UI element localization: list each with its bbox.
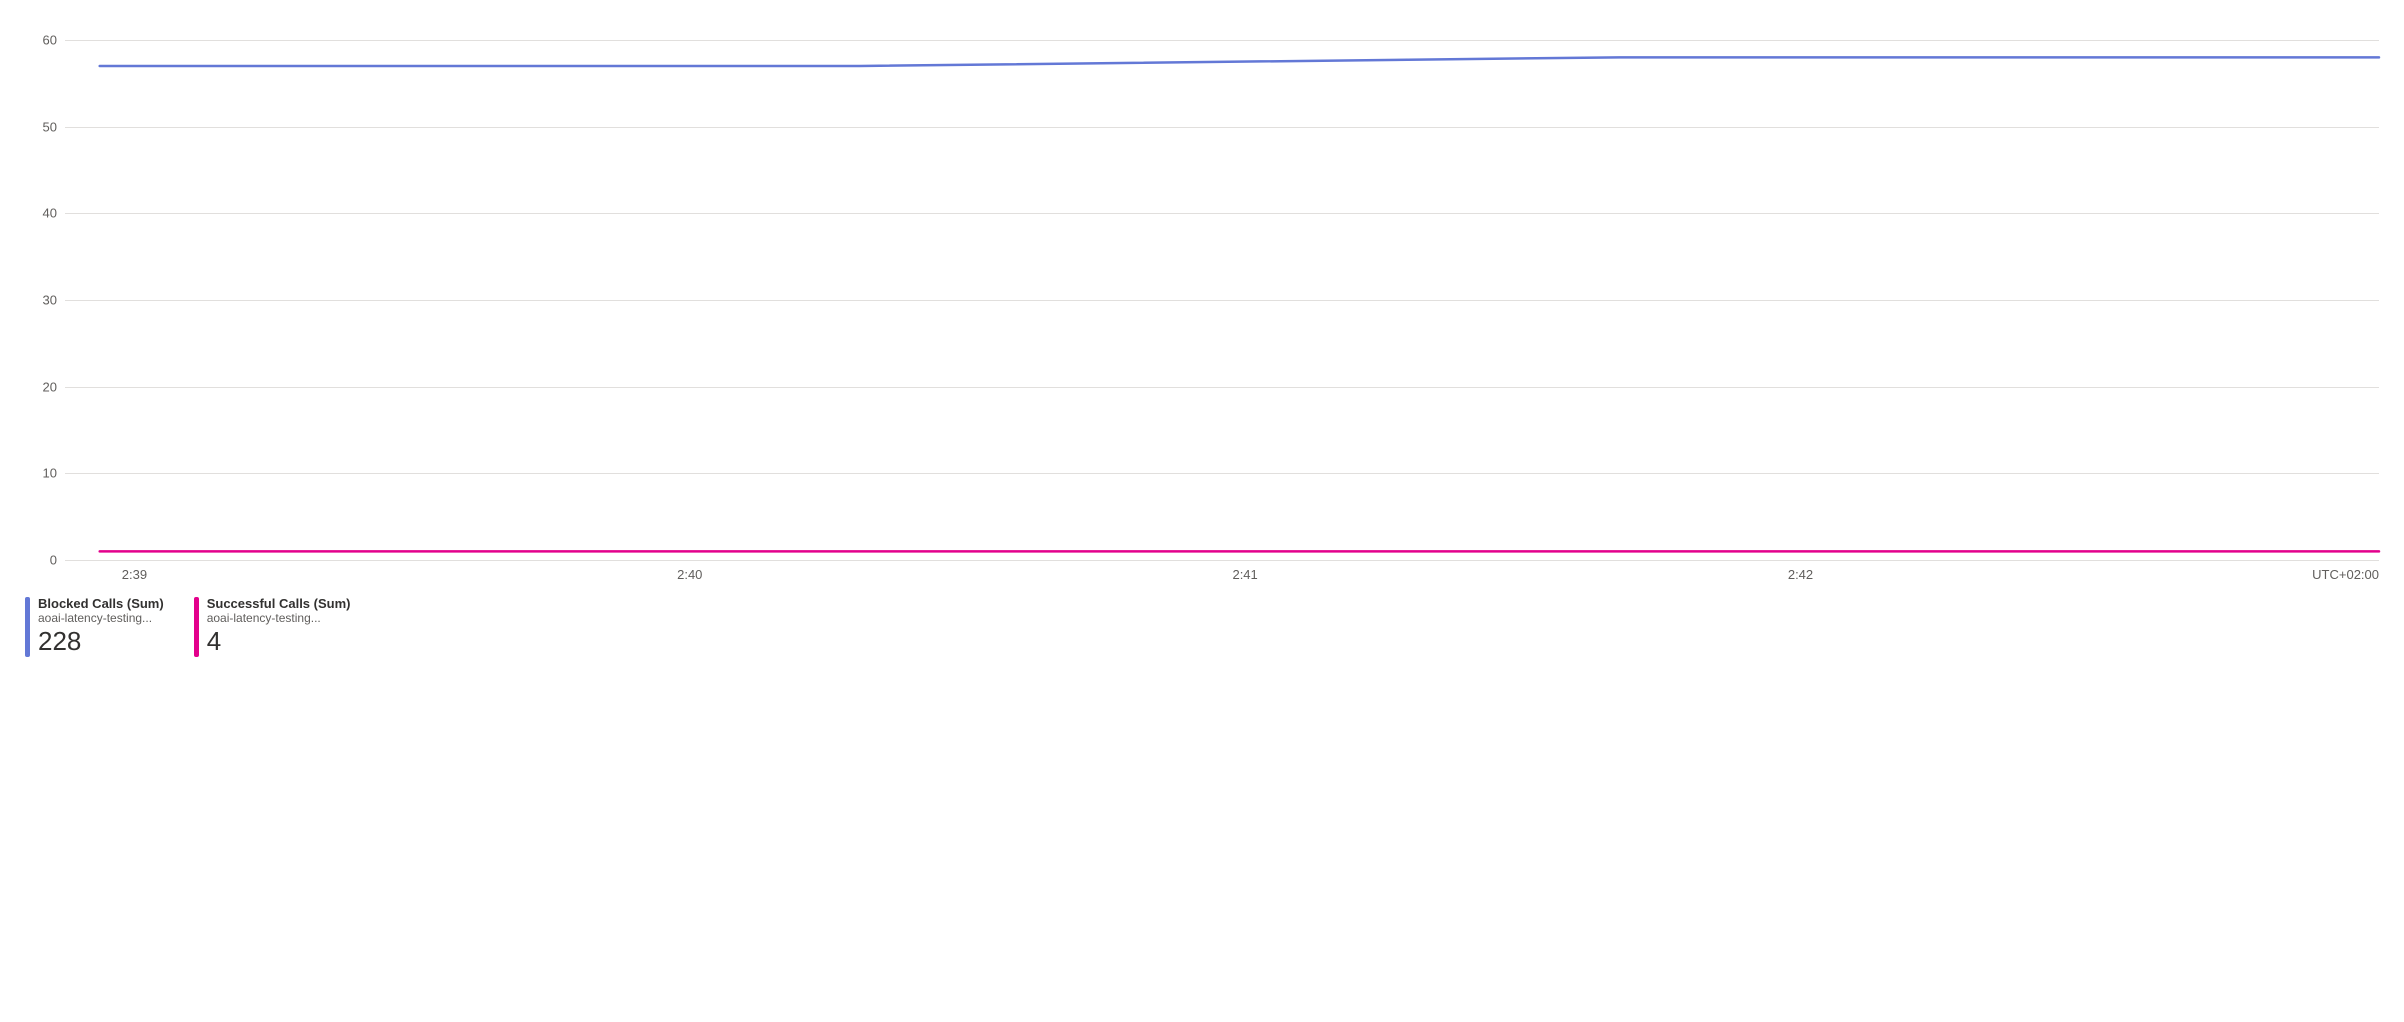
legend-text: Blocked Calls (Sum)aoai-latency-testing.…: [38, 597, 164, 657]
legend-item[interactable]: Blocked Calls (Sum)aoai-latency-testing.…: [25, 597, 164, 657]
legend-metric-name: Successful Calls (Sum): [207, 597, 351, 612]
y-tick-label: 20: [43, 379, 57, 394]
x-axis: UTC+02:00 2:39 2:40 2:41 2:42: [65, 565, 2379, 587]
legend-text: Successful Calls (Sum)aoai-latency-testi…: [207, 597, 351, 657]
legend-value: 4: [207, 627, 351, 657]
legend-item[interactable]: Successful Calls (Sum)aoai-latency-testi…: [194, 597, 351, 657]
legend-metric-name: Blocked Calls (Sum): [38, 597, 164, 612]
legend-resource-name: aoai-latency-testing...: [38, 612, 164, 626]
x-tick-label: 2:42: [1788, 567, 1813, 582]
y-tick-label: 40: [43, 206, 57, 221]
chart-legend: Blocked Calls (Sum)aoai-latency-testing.…: [25, 597, 2379, 657]
y-tick-label: 50: [43, 119, 57, 134]
y-tick-label: 0: [50, 553, 57, 568]
x-tick-label: 2:39: [122, 567, 147, 582]
x-tick-label: 2:41: [1232, 567, 1257, 582]
legend-swatch: [25, 597, 30, 657]
series-line: [100, 57, 2379, 66]
legend-swatch: [194, 597, 199, 657]
plot-area[interactable]: 0 10 20 30 40 50 60: [25, 0, 2379, 565]
y-axis: 0 10 20 30 40 50 60: [25, 0, 65, 565]
timezone-label: UTC+02:00: [2312, 567, 2379, 582]
legend-value: 228: [38, 627, 164, 657]
legend-resource-name: aoai-latency-testing...: [207, 612, 351, 626]
x-tick-label: 2:40: [677, 567, 702, 582]
y-tick-label: 10: [43, 466, 57, 481]
chart-lines-svg: [65, 0, 2379, 565]
y-tick-label: 30: [43, 293, 57, 308]
metrics-chart: 0 10 20 30 40 50 60 UTC+02:00 2:39 2:40 2:41 2:42…: [25, 0, 2379, 1022]
y-tick-label: 60: [43, 33, 57, 48]
